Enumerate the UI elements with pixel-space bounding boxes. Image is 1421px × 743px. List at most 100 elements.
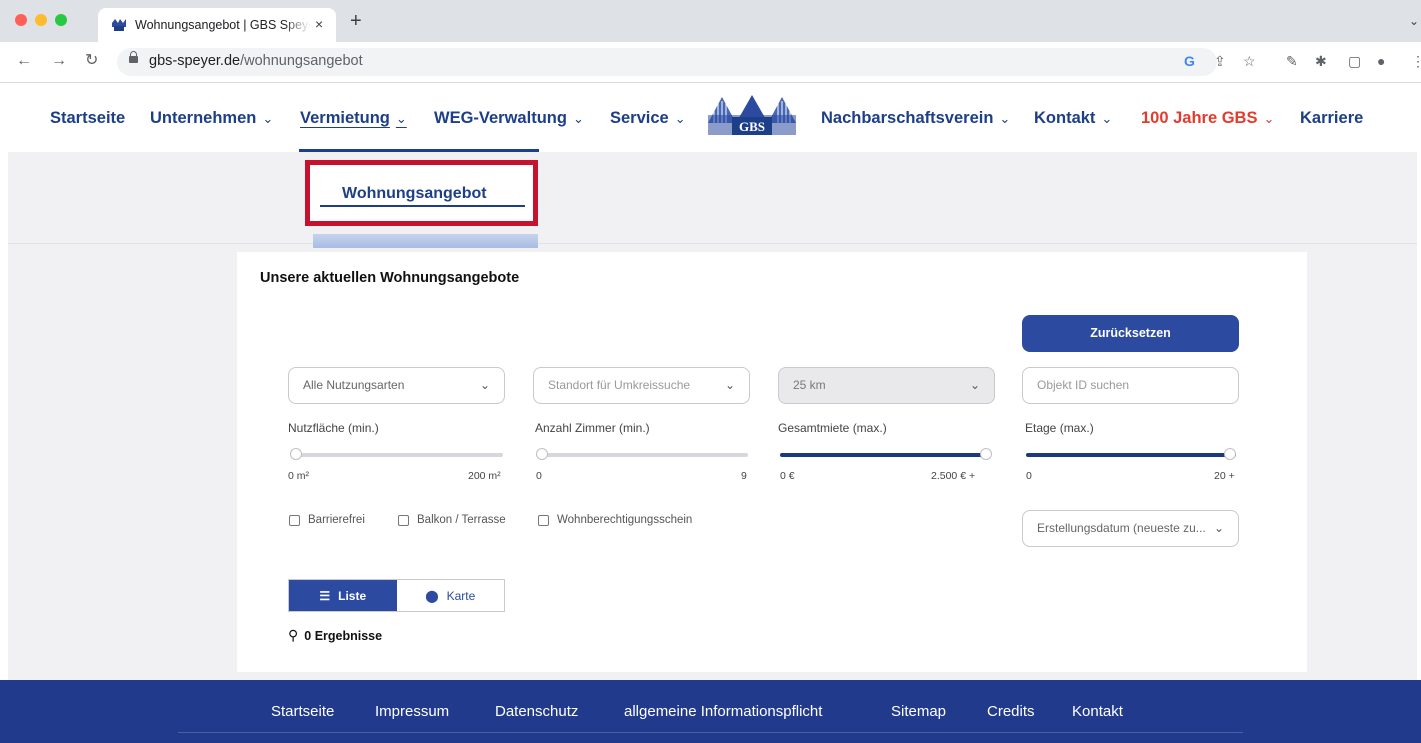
minimize-window-button[interactable]	[35, 14, 47, 26]
nav-service-label: Service	[610, 109, 669, 127]
nutzflaeche-slider-handle[interactable]	[290, 448, 302, 460]
miete-label: Gesamtmiete (max.)	[778, 421, 887, 435]
footer-sitemap[interactable]: Sitemap	[891, 703, 946, 720]
menu-icon[interactable]: ⋮	[1411, 53, 1421, 69]
list-view-button[interactable]: ☰ Liste	[289, 580, 397, 611]
nutzflaeche-min: 0 m²	[288, 470, 309, 482]
nav-startseite[interactable]: Startseite	[50, 108, 125, 128]
footer-informationspflicht[interactable]: allgemeine Informationspflicht	[624, 703, 822, 720]
gbs-logo[interactable]: GBS	[706, 93, 798, 137]
results-count: ⚲ 0 Ergebnisse	[288, 627, 382, 644]
map-pin-icon: ⬤	[425, 588, 439, 603]
new-tab-button[interactable]: +	[350, 11, 362, 31]
search-icon: ⚲	[288, 627, 299, 643]
profile-icon[interactable]: ●	[1377, 53, 1385, 69]
etage-slider-track[interactable]	[1026, 453, 1236, 457]
url-text: gbs-speyer.de/wohnungsangebot	[149, 53, 363, 69]
chevron-down-icon: ⌄	[999, 111, 1011, 126]
chevron-down-icon: ⌄	[395, 111, 407, 126]
submenu-underline	[320, 205, 525, 207]
footer-impressum[interactable]: Impressum	[375, 703, 449, 720]
right-edge	[1417, 83, 1421, 681]
miete-slider-track[interactable]	[780, 453, 988, 457]
sort-select[interactable]: Erstellungsdatum (neueste zu... ⌄	[1022, 510, 1239, 547]
map-view-button[interactable]: ⬤ Karte	[397, 580, 505, 611]
chevron-down-icon: ⌄	[674, 111, 686, 126]
star-icon[interactable]: ☆	[1243, 53, 1256, 69]
logo-text: GBS	[739, 119, 765, 134]
nutzflaeche-label: Nutzfläche (min.)	[288, 421, 379, 435]
footer-datenschutz[interactable]: Datenschutz	[495, 703, 578, 720]
url-path: /wohnungsangebot	[240, 53, 363, 69]
miete-slider-handle[interactable]	[980, 448, 992, 460]
reload-icon[interactable]: ↻	[85, 52, 98, 70]
objekt-id-input[interactable]: Objekt ID suchen	[1022, 367, 1239, 404]
lock-icon[interactable]	[129, 51, 138, 63]
nav-unternehmen-label: Unternehmen	[150, 109, 257, 127]
nav-weg-verwaltung[interactable]: WEG-Verwaltung ⌄	[434, 108, 584, 129]
share-icon[interactable]: ⇪	[1214, 53, 1226, 69]
nav-kontakt[interactable]: Kontakt ⌄	[1034, 108, 1112, 129]
etage-label: Etage (max.)	[1025, 421, 1094, 435]
zimmer-slider-handle[interactable]	[536, 448, 548, 460]
maximize-window-button[interactable]	[55, 14, 67, 26]
address-bar[interactable]: gbs-speyer.de/wohnungsangebot	[117, 48, 1217, 76]
zimmer-slider-track[interactable]	[536, 453, 748, 457]
vermietung-submenu: Wohnungsangebot	[305, 160, 538, 226]
nav-vermietung[interactable]: Vermietung ⌄	[300, 108, 407, 129]
footer-kontakt[interactable]: Kontakt	[1072, 703, 1123, 720]
nav-karriere[interactable]: Karriere	[1300, 108, 1363, 128]
sort-value: Erstellungsdatum (neueste zu...	[1037, 521, 1206, 535]
chevron-down-icon: ⌄	[1213, 521, 1224, 535]
google-icon[interactable]: G	[1184, 53, 1195, 69]
sidebar-icon[interactable]: ▢	[1348, 53, 1361, 69]
wbs-checkbox[interactable]: Wohnberechtigungsschein	[538, 514, 692, 526]
reset-button[interactable]: Zurücksetzen	[1022, 315, 1239, 352]
nav-service[interactable]: Service ⌄	[610, 108, 686, 129]
etage-min: 0	[1026, 470, 1032, 482]
nutzungsarten-select[interactable]: Alle Nutzungsarten ⌄	[288, 367, 505, 404]
footer-startseite[interactable]: Startseite	[271, 703, 334, 720]
standort-select[interactable]: Standort für Umkreissuche ⌄	[533, 367, 750, 404]
close-window-button[interactable]	[15, 14, 27, 26]
chevron-down-icon: ⌄	[724, 378, 735, 392]
submenu-wohnungsangebot[interactable]: Wohnungsangebot	[342, 185, 487, 203]
footer-divider	[178, 732, 1243, 733]
checkbox-box[interactable]	[538, 514, 549, 526]
nutzflaeche-slider-track[interactable]	[290, 453, 503, 457]
chevron-down-icon: ⌄	[572, 111, 584, 126]
checkbox-box[interactable]	[289, 514, 300, 526]
etage-max: 20 +	[1214, 470, 1235, 482]
etage-slider-handle[interactable]	[1224, 448, 1236, 460]
zimmer-label: Anzahl Zimmer (min.)	[535, 421, 650, 435]
map-label: Karte	[446, 588, 476, 603]
radius-value: 25 km	[793, 378, 826, 392]
zimmer-min: 0	[536, 470, 542, 482]
nav-kontakt-label: Kontakt	[1034, 109, 1096, 127]
nav-100-jahre-gbs[interactable]: 100 Jahre GBS ⌄	[1141, 108, 1274, 129]
browser-tab-bar: Wohnungsangebot | GBS Speyer × + ⌄	[0, 0, 1421, 42]
chevron-down-icon: ⌄	[1101, 111, 1113, 126]
nav-100-jahre-gbs-label: 100 Jahre GBS	[1141, 109, 1258, 127]
barrierefrei-checkbox[interactable]: Barrierefrei	[289, 514, 365, 526]
nav-unternehmen[interactable]: Unternehmen ⌄	[150, 108, 273, 129]
radius-select[interactable]: 25 km ⌄	[778, 367, 995, 404]
nav-nachbarschaftsverein[interactable]: Nachbarschaftsverein ⌄	[821, 108, 1010, 129]
back-icon[interactable]: ←	[16, 52, 32, 70]
browser-tab[interactable]: Wohnungsangebot | GBS Speyer ×	[98, 8, 336, 42]
tab-close-icon[interactable]: ×	[315, 16, 323, 32]
balkon-checkbox[interactable]: Balkon / Terrasse	[398, 514, 506, 526]
band-divider	[0, 243, 1421, 244]
nav-weg-verwaltung-label: WEG-Verwaltung	[434, 109, 567, 127]
nav-vermietung-label: Vermietung	[300, 109, 390, 127]
footer: Startseite Impressum Datenschutz allgeme…	[0, 680, 1421, 743]
tab-search-chevron-icon[interactable]: ⌄	[1409, 14, 1419, 28]
objekt-id-placeholder: Objekt ID suchen	[1037, 378, 1130, 392]
left-edge	[0, 83, 8, 681]
extension-icon[interactable]: ✎	[1286, 53, 1298, 69]
forward-icon[interactable]: →	[51, 52, 67, 70]
footer-credits[interactable]: Credits	[987, 703, 1035, 720]
checkbox-box[interactable]	[398, 514, 409, 526]
chevron-down-icon: ⌄	[969, 378, 980, 392]
puzzle-icon[interactable]: ✱	[1315, 53, 1327, 69]
